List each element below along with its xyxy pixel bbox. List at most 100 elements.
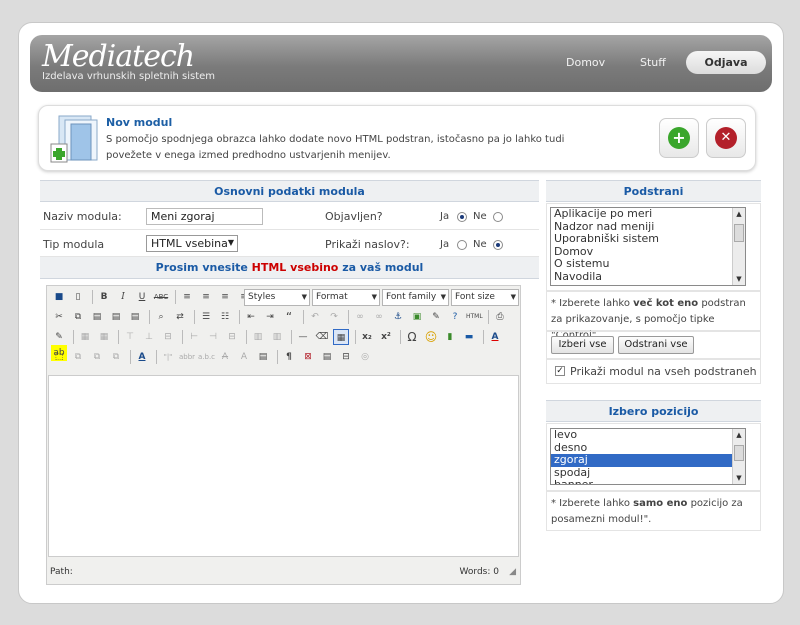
resize-handle-icon[interactable]: ◢ bbox=[509, 567, 516, 577]
bullet-list-icon[interactable]: ☰ bbox=[198, 309, 214, 325]
insert-layer-icon[interactable]: ⧉ bbox=[70, 349, 86, 365]
help-icon[interactable]: ? bbox=[447, 309, 463, 325]
module-type-select[interactable]: HTML vsebina ▼ bbox=[146, 235, 238, 252]
published-no-radio[interactable] bbox=[493, 212, 503, 222]
row-after-icon[interactable]: ⊥ bbox=[141, 329, 157, 345]
list-item[interactable]: levo bbox=[551, 429, 745, 442]
module-name-input[interactable] bbox=[146, 208, 263, 225]
blockquote-icon[interactable]: “ bbox=[281, 309, 297, 325]
link-icon[interactable]: ∞ bbox=[352, 309, 368, 325]
undo-icon[interactable]: ↶ bbox=[307, 309, 323, 325]
save-icon[interactable]: ■ bbox=[51, 289, 67, 305]
ins-icon[interactable]: A bbox=[236, 349, 252, 365]
show-title-no-radio[interactable] bbox=[493, 240, 503, 250]
scroll-down-icon[interactable]: ▼ bbox=[733, 472, 745, 484]
scroll-thumb[interactable] bbox=[734, 224, 744, 242]
spellcheck-icon[interactable]: ◎ bbox=[357, 349, 373, 365]
unlink-icon[interactable]: ∞ bbox=[371, 309, 387, 325]
list-item[interactable]: Uporabniški sistem bbox=[551, 232, 745, 246]
subscript-icon[interactable]: x₂ bbox=[359, 329, 375, 345]
special-char-icon[interactable]: Ω bbox=[404, 329, 420, 345]
nav-stuff[interactable]: Stuff bbox=[640, 56, 666, 69]
select-all-icon[interactable]: ⬚ bbox=[51, 349, 67, 365]
template-icon[interactable]: ▤ bbox=[319, 349, 335, 365]
scroll-down-icon[interactable]: ▼ bbox=[733, 273, 745, 285]
media-icon[interactable]: ▮ bbox=[442, 329, 458, 345]
published-yes-radio[interactable] bbox=[457, 212, 467, 222]
add-module-button[interactable]: + bbox=[659, 118, 699, 158]
new-document-icon[interactable]: ▯ bbox=[70, 289, 86, 305]
replace-icon[interactable]: ⇄ bbox=[172, 309, 188, 325]
superscript-icon[interactable]: x² bbox=[378, 329, 394, 345]
html-icon[interactable]: HTML bbox=[466, 309, 483, 325]
print-icon[interactable]: ⎙ bbox=[492, 309, 508, 325]
outdent-icon[interactable]: ⇤ bbox=[243, 309, 259, 325]
numbered-list-icon[interactable]: ☷ bbox=[217, 309, 233, 325]
logout-button[interactable]: Odjava bbox=[686, 51, 766, 74]
format-dropdown[interactable]: Format ▼ bbox=[312, 289, 380, 306]
subpages-scrollbar[interactable]: ▲ ▼ bbox=[732, 208, 745, 285]
indent-icon[interactable]: ⇥ bbox=[262, 309, 278, 325]
scroll-up-icon[interactable]: ▲ bbox=[733, 429, 745, 441]
align-left-icon[interactable]: ≡ bbox=[179, 289, 195, 305]
strikethrough-icon[interactable]: ABC bbox=[153, 289, 169, 305]
visual-aid-icon[interactable]: ▦ bbox=[333, 329, 349, 345]
list-item[interactable]: Navodila bbox=[551, 270, 745, 284]
cite-icon[interactable]: "|" bbox=[160, 349, 176, 365]
position-scrollbar[interactable]: ▲ ▼ bbox=[732, 429, 745, 484]
paste-icon[interactable]: ▤ bbox=[89, 309, 105, 325]
copy-icon[interactable]: ⧉ bbox=[70, 309, 86, 325]
remove-all-button[interactable]: Odstrani vse bbox=[618, 336, 694, 354]
del-icon[interactable]: A bbox=[217, 349, 233, 365]
paste-text-icon[interactable]: ▤ bbox=[108, 309, 124, 325]
italic-icon[interactable]: I bbox=[115, 289, 131, 305]
text-color-icon[interactable]: A bbox=[487, 329, 503, 345]
acronym-icon[interactable]: a.b.c bbox=[198, 349, 215, 365]
show-all-checkbox[interactable]: ✓ bbox=[555, 366, 565, 376]
list-item[interactable]: O sistemu bbox=[551, 257, 745, 271]
nav-domov[interactable]: Domov bbox=[566, 56, 605, 69]
subpages-listbox[interactable]: Aplikacije po meri Nadzor nad meniji Upo… bbox=[550, 207, 746, 286]
scroll-up-icon[interactable]: ▲ bbox=[733, 208, 745, 220]
font-size-dropdown[interactable]: Font size ▼ bbox=[451, 289, 519, 306]
paste-word-icon[interactable]: ▤ bbox=[127, 309, 143, 325]
scroll-thumb[interactable] bbox=[734, 445, 744, 461]
delete-col-icon[interactable]: ⊟ bbox=[224, 329, 240, 345]
cleanup-icon[interactable]: ✎ bbox=[428, 309, 444, 325]
merge-cells-icon[interactable]: ▥ bbox=[269, 329, 285, 345]
fullscreen-icon[interactable]: ▬ bbox=[461, 329, 477, 345]
edit-icon[interactable]: ✎ bbox=[51, 329, 67, 345]
split-cells-icon[interactable]: ▥ bbox=[250, 329, 266, 345]
col-before-icon[interactable]: ⊢ bbox=[186, 329, 202, 345]
table-icon[interactable]: ▦ bbox=[77, 329, 93, 345]
show-title-yes-radio[interactable] bbox=[457, 240, 467, 250]
hr-icon[interactable]: — bbox=[295, 329, 311, 345]
move-forward-icon[interactable]: ⧉ bbox=[89, 349, 105, 365]
abbr-icon[interactable]: abbr bbox=[179, 349, 195, 365]
pagebreak-icon[interactable]: ⊟ bbox=[338, 349, 354, 365]
redo-icon[interactable]: ↷ bbox=[326, 309, 342, 325]
list-item[interactable]: banner bbox=[551, 478, 745, 484]
remove-format-icon[interactable]: ⌫ bbox=[314, 329, 330, 345]
bold-icon[interactable]: B bbox=[96, 289, 112, 305]
editor-content-area[interactable] bbox=[48, 375, 519, 557]
align-right-icon[interactable]: ≡ bbox=[217, 289, 233, 305]
move-backward-icon[interactable]: ⧉ bbox=[108, 349, 124, 365]
list-item-selected[interactable]: zgoraj bbox=[551, 453, 745, 467]
list-item[interactable]: Aplikacije po meri bbox=[551, 208, 745, 221]
table-props-icon[interactable]: ▦ bbox=[96, 329, 112, 345]
delete-module-button[interactable]: ✕ bbox=[706, 118, 746, 158]
row-before-icon[interactable]: ⊤ bbox=[122, 329, 138, 345]
attribs-icon[interactable]: ▤ bbox=[255, 349, 271, 365]
styleprops-icon[interactable]: A bbox=[134, 349, 150, 365]
align-center-icon[interactable]: ≡ bbox=[198, 289, 214, 305]
nonbreaking-icon[interactable]: ⊠ bbox=[300, 349, 316, 365]
styles-dropdown[interactable]: Styles ▼ bbox=[244, 289, 310, 306]
logo[interactable]: Mediatech bbox=[42, 39, 195, 74]
col-after-icon[interactable]: ⊣ bbox=[205, 329, 221, 345]
cut-icon[interactable]: ✂ bbox=[51, 309, 67, 325]
position-listbox[interactable]: levo desno zgoraj spodaj banner ▲ ▼ bbox=[550, 428, 746, 485]
image-icon[interactable]: ▣ bbox=[409, 309, 425, 325]
pilcrow-icon[interactable]: ¶ bbox=[281, 349, 297, 365]
select-all-button[interactable]: Izberi vse bbox=[551, 336, 614, 354]
